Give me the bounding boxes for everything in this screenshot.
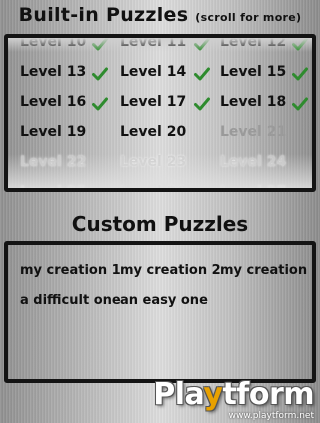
custom-puzzle-item[interactable]: my creation 3 [220, 263, 312, 278]
builtin-puzzles-title: Built-in Puzzles (scroll for more) [0, 4, 320, 26]
scroll-hint: (scroll for more) [195, 11, 302, 24]
level-item[interactable]: Level 16 [20, 94, 86, 110]
level-item[interactable]: Level 15 [220, 64, 286, 80]
scroll-fade-top [8, 38, 312, 52]
checkmark-icon [92, 67, 108, 81]
custom-puzzle-item[interactable]: a difficult one [20, 293, 121, 308]
level-item[interactable]: Level 14 [120, 64, 186, 80]
level-item[interactable]: Level 17 [120, 94, 186, 110]
custom-puzzle-item[interactable]: an easy one [120, 293, 208, 308]
custom-puzzles-list[interactable]: my creation 1 my creation 2 my creation 3 a… [4, 241, 316, 383]
watermark-logo-y: y [203, 377, 223, 412]
watermark-logo-part: tform [222, 377, 314, 412]
custom-puzzle-item[interactable]: my creation 2 [120, 263, 221, 278]
builtin-levels-list[interactable]: Level 10Level 11Level 12Level 13Level 14… [4, 34, 316, 192]
watermark-logo-part: Pla [153, 377, 204, 412]
builtin-title-text: Built-in Puzzles [18, 4, 189, 26]
watermark-url: www.playtform.net [228, 411, 314, 421]
level-item[interactable]: Level 18 [220, 94, 286, 110]
custom-puzzles-title: Custom Puzzles [71, 212, 249, 236]
scroll-fade-bottom [8, 154, 312, 188]
watermark-logo: Playtform [153, 380, 314, 410]
checkmark-icon [194, 67, 210, 81]
watermark: Playtform www.playtform.net [153, 380, 314, 422]
level-item[interactable]: Level 21 [220, 124, 286, 140]
checkmark-icon [194, 97, 210, 111]
checkmark-icon [92, 97, 108, 111]
custom-puzzle-item[interactable]: my creation 1 [20, 263, 121, 278]
level-item[interactable]: Level 19 [20, 124, 86, 140]
level-item[interactable]: Level 20 [120, 124, 186, 140]
level-item[interactable]: Level 13 [20, 64, 86, 80]
checkmark-icon [292, 97, 308, 111]
checkmark-icon [292, 67, 308, 81]
